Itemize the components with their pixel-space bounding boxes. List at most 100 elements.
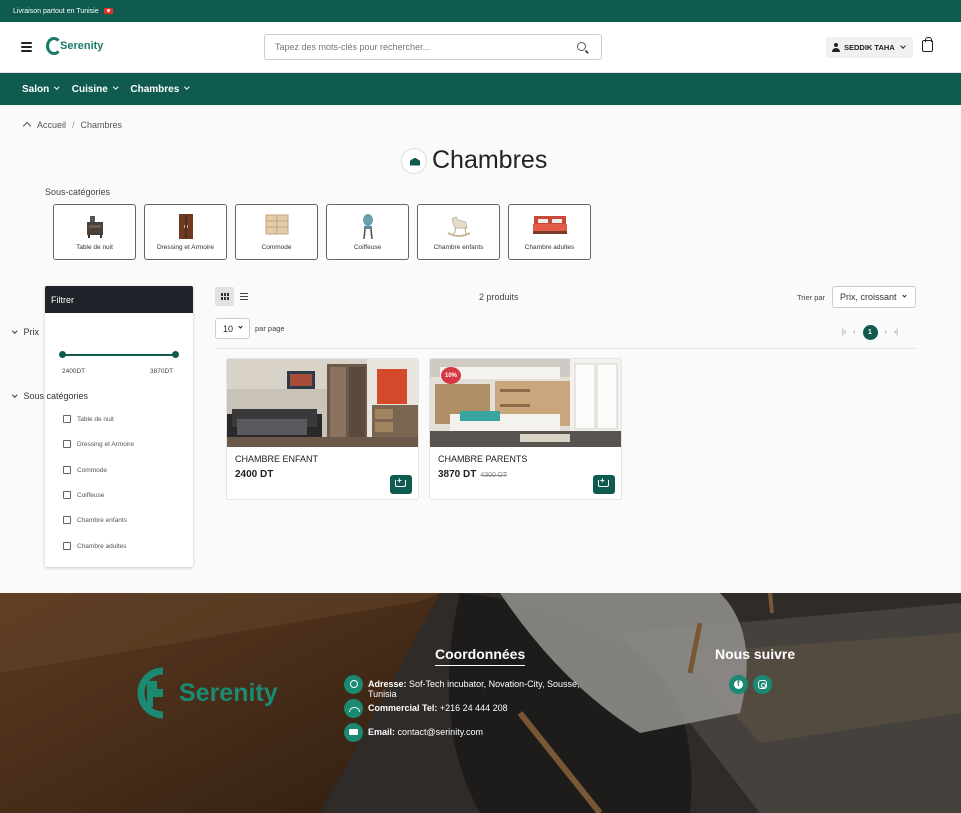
breadcrumb: Accueil / Chambres [23,120,122,130]
email-link[interactable]: contact@serinity.com [398,727,484,737]
subcategory-name: Coiffeuse [353,244,382,251]
first-page-icon[interactable]: |‹ [842,329,846,336]
main-nav: Salon Cuisine Chambres [0,73,961,105]
price-max-label: 3870DT [150,368,174,375]
chevron-down-icon [113,84,119,90]
location-icon [344,675,363,694]
product-card[interactable]: 10% CHAMBRE PARENTS 3870 DT 4300 DT [429,358,622,500]
nav-item-salon[interactable]: Salon [22,84,60,95]
subcategory-name: Chambre enfants [433,244,484,251]
nightstand-icon [86,216,103,238]
chevron-down-icon [12,328,18,334]
chair-icon [362,214,373,239]
filter-option[interactable]: Chambre enfants [63,516,127,524]
subcategory-card[interactable]: Coiffeuse [326,204,409,260]
current-page[interactable]: 1 [862,325,878,340]
view-toggle [215,287,253,306]
grid-icon [220,293,229,300]
filter-option[interactable]: Commode [63,466,107,474]
breadcrumb-separator: / [72,120,75,130]
pagination: |‹ ‹ 1 › ›| [842,325,898,340]
product-name[interactable]: CHAMBRE PARENTS [438,454,527,464]
product-image[interactable] [227,359,418,447]
phone-icon [344,699,363,718]
filter-option[interactable]: Coiffeuse [63,491,104,499]
add-to-cart-button[interactable] [390,475,412,494]
filter-panel: Filtrer [45,286,193,567]
last-page-icon[interactable]: ›| [894,329,898,336]
price-min-label: 2400DT [62,368,86,375]
filter-option[interactable]: Dressing et Armoire [63,440,134,448]
price-slider-max-handle[interactable] [172,351,179,358]
subcategories-section-toggle[interactable]: Sous catégories [12,391,88,401]
user-name: SEDDIK TAHA [844,43,895,52]
subcategory-list: Table de nuit Dressing et Armoire Commod… [53,204,591,260]
dresser-icon [265,214,288,235]
checkbox[interactable] [63,542,71,550]
search-icon[interactable] [577,42,586,51]
checkbox[interactable] [63,440,71,448]
shipping-text: Livraison partout en Tunisie [13,7,99,15]
prev-page-icon[interactable]: ‹ [853,329,855,336]
logo-mark-icon [46,37,62,55]
shipping-banner: Livraison partout en Tunisie [0,0,961,22]
filter-option[interactable]: Chambre adultes [63,542,127,550]
search-input[interactable] [275,35,565,59]
chevron-down-icon [184,84,190,90]
product-image[interactable]: 10% [430,359,621,447]
nav-item-cuisine[interactable]: Cuisine [72,84,119,95]
footer-logo-text: Serenity [179,678,278,707]
subcategory-card[interactable]: Table de nuit [53,204,136,260]
product-card[interactable]: CHAMBRE ENFANT 2400 DT [226,358,419,500]
search-bar [264,34,602,60]
menu-icon[interactable] [21,42,32,52]
shopping-bag-icon[interactable] [922,37,933,52]
page-title-wrap: Chambres [401,146,547,175]
user-menu-button[interactable]: SEDDIK TAHA [826,37,913,58]
price-slider-min-handle[interactable] [59,351,66,358]
subcategory-card[interactable]: Chambre enfants [417,204,500,260]
chevron-down-icon [238,324,243,329]
contact-phone: Commercial Tel: +216 24 444 208 [344,699,508,718]
user-icon [832,43,841,52]
nav-item-chambres[interactable]: Chambres [130,84,190,95]
page-title: Chambres [432,146,548,174]
sort-select[interactable]: Prix, croissant [832,286,916,308]
next-page-icon[interactable]: › [885,329,887,336]
site-header: Serenity SEDDIK TAHA [0,22,961,73]
subcategory-name: Dressing et Armoire [156,244,215,251]
phone-link[interactable]: +216 24 444 208 [440,703,508,713]
email-icon [344,723,363,742]
price-slider-track[interactable] [62,354,176,356]
list-icon [239,293,248,300]
checkbox[interactable] [63,466,71,474]
subcategory-card[interactable]: Chambre adultes [508,204,591,260]
subcategory-name: Table de nuit [76,244,113,251]
grid-view-button[interactable] [215,287,234,306]
price-section-toggle[interactable]: Prix [12,327,40,337]
tunisia-flag-icon [103,8,113,14]
instagram-icon[interactable] [753,675,772,694]
checkbox[interactable] [63,415,71,423]
site-logo[interactable]: Serenity [46,37,103,55]
subcategory-name: Commode [261,244,292,251]
subcategory-card[interactable]: Commode [235,204,318,260]
wardrobe-icon [178,214,193,239]
filter-option[interactable]: Table de nuit [63,415,114,423]
facebook-icon[interactable] [729,675,748,694]
subcategory-name: Chambre adultes [524,244,575,251]
footer-logo[interactable]: Serenity [133,667,278,719]
sort-value: Prix, croissant [840,292,897,302]
product-name[interactable]: CHAMBRE ENFANT [235,454,318,464]
chevron-down-icon [899,42,906,49]
breadcrumb-home[interactable]: Accueil [37,120,66,130]
add-to-cart-button[interactable] [593,475,615,494]
checkbox[interactable] [63,516,71,524]
follow-heading: Nous suivre [715,646,796,662]
subcategory-card[interactable]: Dressing et Armoire [144,204,227,260]
per-page-select[interactable]: 10 [215,318,250,339]
sort-label: Trier par [797,293,826,302]
list-view-button[interactable] [234,287,253,306]
price-section-label: Prix [23,327,40,337]
checkbox[interactable] [63,491,71,499]
